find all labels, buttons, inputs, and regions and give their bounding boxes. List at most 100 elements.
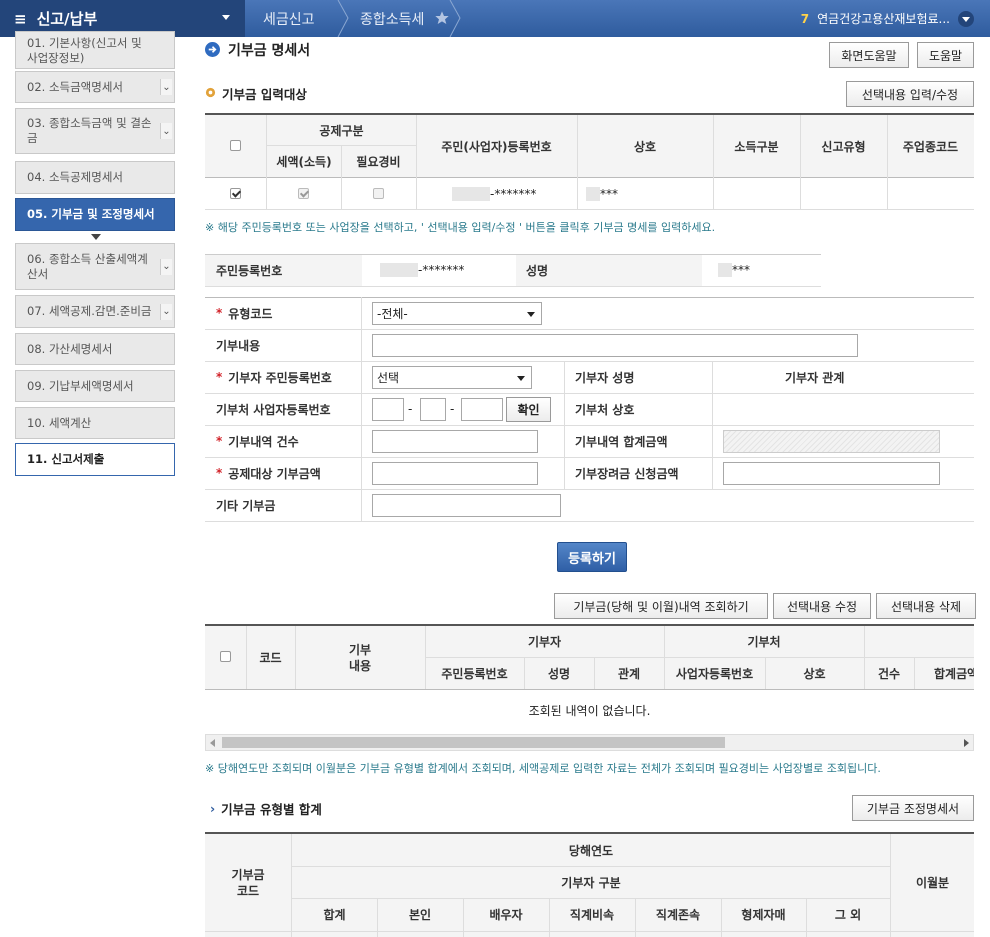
chevron-down-icon[interactable]: ⌄ xyxy=(160,79,172,95)
count-label: * 기부내역 건수 xyxy=(216,425,299,457)
count-input[interactable] xyxy=(372,430,538,453)
divider xyxy=(205,521,974,522)
bullet-icon xyxy=(205,87,216,98)
current-step-arrow-icon xyxy=(91,234,101,240)
sidebar-item-label: 01. 기본사항(신고서 및 사업장정보) xyxy=(27,36,142,65)
expense-checkbox[interactable] xyxy=(373,188,384,199)
sidebar-item-basic-info[interactable]: 01. 기본사항(신고서 및 사업장정보) xyxy=(15,31,175,69)
sidebar-item-prepaid[interactable]: 09. 기납부세액명세서 xyxy=(15,370,175,402)
sidebar-item-label: 09. 기납부세액명세서 xyxy=(27,378,134,393)
menu-dropdown-icon xyxy=(222,15,230,20)
sidebar-item-income-statement[interactable]: 02. 소득금액명세서 ⌄ xyxy=(15,71,175,103)
sidebar-item-deduction[interactable]: 04. 소득공제명세서 xyxy=(15,161,175,194)
deductible-input[interactable] xyxy=(372,462,538,485)
target-note: ※ 해당 주민등록번호 또는 사업장을 선택하고, ' 선택내용 입력/수정 '… xyxy=(205,221,716,234)
th-self: 본인 xyxy=(408,908,432,922)
th-company: 상호 xyxy=(633,139,657,154)
horizontal-scrollbar[interactable] xyxy=(205,734,974,751)
chevron-down-icon[interactable]: ⌄ xyxy=(160,123,172,139)
other-input[interactable] xyxy=(372,494,561,517)
donor-rrn-select[interactable]: 선택 xyxy=(372,366,532,389)
sidebar-item-label: 08. 가산세명세서 xyxy=(27,341,113,356)
arrow-circle-icon xyxy=(205,42,220,57)
breadcrumb-income-tax[interactable]: 종합소득세 xyxy=(360,0,424,37)
row-company: *** xyxy=(586,178,618,209)
star-icon[interactable] xyxy=(434,10,450,26)
edit-row-button[interactable]: 선택내용 수정 xyxy=(773,593,871,619)
chevron-down-icon[interactable]: ⌄ xyxy=(160,303,172,320)
donor-relation-label: 기부자 관계 xyxy=(785,370,845,385)
register-button[interactable]: 등록하기 xyxy=(557,542,627,572)
chevron-right-icon: › xyxy=(210,800,216,816)
content-input[interactable] xyxy=(372,334,858,357)
th-count: 건수 xyxy=(877,666,901,681)
delete-row-button[interactable]: 선택내용 삭제 xyxy=(876,593,976,619)
divider xyxy=(205,209,974,210)
select-all-checkbox[interactable] xyxy=(230,140,241,151)
divider xyxy=(205,286,821,287)
th-sibling: 형제자매 xyxy=(741,908,786,922)
help-button[interactable]: 도움말 xyxy=(917,42,974,68)
rrn-text: -******* xyxy=(490,186,537,201)
required-icon: * xyxy=(216,434,223,448)
adjustment-statement-button[interactable]: 기부금 조정명세서 xyxy=(852,795,974,821)
chevron-down-icon[interactable] xyxy=(958,10,974,27)
sidebar-item-label: 03. 종합소득금액 및 결손금 xyxy=(27,116,152,145)
summary-title-text: 기부금 유형별 합계 xyxy=(221,801,322,817)
sidebar-item-donation[interactable]: 05. 기부금 및 조정명세서 xyxy=(15,198,175,231)
breadcrumb-separator-icon xyxy=(449,0,461,37)
sidebar-item-submit[interactable]: 11. 신고서제출 xyxy=(15,443,175,476)
notice-area[interactable]: 7 연금건강고용산재보험료... xyxy=(801,0,974,37)
org-name-label: 기부처 상호 xyxy=(575,402,635,417)
scholarship-input[interactable] xyxy=(723,462,940,485)
list-select-all-checkbox[interactable] xyxy=(220,651,231,662)
name-label: 성명 xyxy=(526,263,549,278)
sidebar-item-income-deficit[interactable]: 03. 종합소득금액 및 결손금 ⌄ xyxy=(15,108,175,154)
sidebar-item-label: 06. 종합소득 산출세액계산서 xyxy=(27,251,148,281)
divider xyxy=(205,689,974,690)
chevron-down-icon[interactable]: ⌄ xyxy=(160,258,172,275)
bizno-part1-input[interactable] xyxy=(372,398,404,421)
th-expense: 필요경비 xyxy=(356,154,401,169)
scholarship-label: 기부장려금 신청금액 xyxy=(575,466,679,481)
bizno-part3-input[interactable] xyxy=(461,398,503,421)
edit-selected-button[interactable]: 선택내용 입력/수정 xyxy=(846,81,974,107)
scrollbar-thumb[interactable] xyxy=(222,737,725,748)
other-label: 기타 기부금 xyxy=(216,498,276,513)
screen-help-button[interactable]: 화면도움말 xyxy=(829,42,909,68)
query-button[interactable]: 기부금(당해 및 이월)내역 조회하기 xyxy=(554,593,768,619)
row-checkbox[interactable] xyxy=(230,188,241,199)
scroll-right-icon[interactable] xyxy=(964,739,969,747)
name-value: *** xyxy=(718,254,750,286)
th-other: 그 외 xyxy=(834,908,862,922)
type-code-select[interactable]: -전체- xyxy=(372,302,542,325)
sidebar-item-credit[interactable]: 07. 세액공제.감면.준비금 ⌄ xyxy=(15,295,175,328)
masked-value xyxy=(718,263,732,277)
required-icon: * xyxy=(216,466,223,480)
scroll-left-icon[interactable] xyxy=(210,739,215,747)
th-code: 코드 xyxy=(259,651,282,665)
sidebar-item-penalty[interactable]: 08. 가산세명세서 xyxy=(15,333,175,365)
sidebar-item-calc-tax[interactable]: 06. 종합소득 산출세액계산서 ⌄ xyxy=(15,243,175,290)
sidebar-item-tax-calc[interactable]: 10. 세액계산 xyxy=(15,407,175,439)
divider xyxy=(205,489,974,490)
divider xyxy=(205,297,974,298)
bizno-part2-input[interactable] xyxy=(420,398,446,421)
breadcrumb-tax-filing[interactable]: 세금신고 xyxy=(263,0,315,37)
content-label: 기부내용 xyxy=(216,338,261,353)
th-rrn: 주민(사업자)등록번호 xyxy=(441,139,552,154)
th-biz-code: 주업종코드 xyxy=(902,139,959,154)
th-content: 기부 내용 xyxy=(348,642,372,673)
rrn-value: -******* xyxy=(380,254,464,286)
required-icon: * xyxy=(216,306,223,320)
divider xyxy=(205,329,974,330)
th-bizno: 사업자등록번호 xyxy=(675,666,754,681)
confirm-button[interactable]: 확인 xyxy=(506,397,551,422)
label-text: 공제대상 기부금액 xyxy=(228,466,321,481)
tax-checkbox[interactable] xyxy=(298,188,309,199)
total-input-disabled xyxy=(723,430,940,453)
empty-message: 조회된 내역이 없습니다. xyxy=(528,703,651,718)
label-text: 유형코드 xyxy=(228,306,273,321)
masked-value xyxy=(586,186,600,201)
donor-rrn-label: * 기부자 주민등록번호 xyxy=(216,361,332,393)
